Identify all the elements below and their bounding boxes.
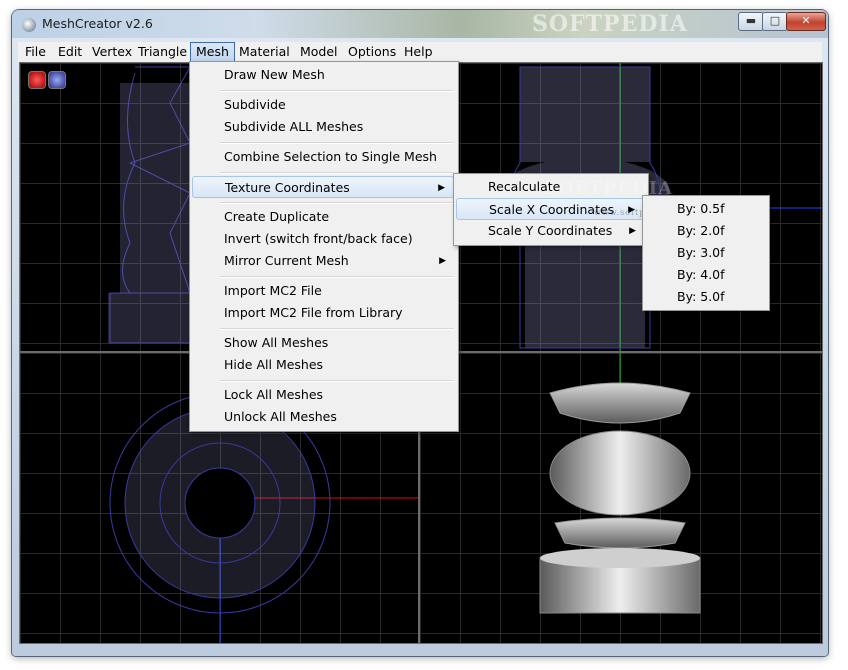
menu-draw-new-mesh[interactable]: Draw New Mesh	[192, 64, 454, 86]
submenu-arrow-icon: ▶	[629, 226, 636, 236]
menu-edit[interactable]: Edit	[53, 42, 87, 62]
submenu-arrow-icon: ▶	[439, 256, 446, 266]
menu-scale-0-5[interactable]: By: 0.5f	[645, 198, 765, 220]
menu-scale-4-0[interactable]: By: 4.0f	[645, 264, 765, 286]
menu-hide-all-meshes[interactable]: Hide All Meshes	[192, 354, 454, 376]
menu-scale-y-label: Scale Y Coordinates	[488, 223, 613, 238]
menu-invert[interactable]: Invert (switch front/back face)	[192, 228, 454, 250]
menu-file[interactable]: File	[20, 42, 51, 62]
close-button[interactable]: ✕	[786, 12, 826, 31]
app-window: MeshCreator v2.6 SOFTPEDIA ▬ □ ✕ File Ed…	[12, 10, 828, 656]
menu-show-all-meshes[interactable]: Show All Meshes	[192, 332, 454, 354]
menu-model[interactable]: Model	[295, 42, 343, 62]
menu-help[interactable]: Help	[399, 42, 438, 62]
menu-triangle[interactable]: Triangle	[133, 42, 192, 62]
texture-coordinates-submenu: SOFTPEDIA Recalculate Scale X Coordinate…	[453, 173, 689, 246]
scale-x-submenu: By: 0.5f By: 2.0f By: 3.0f By: 4.0f By: …	[642, 195, 770, 311]
perspective-mesh-render	[539, 353, 701, 614]
menu-scale-5-0[interactable]: By: 5.0f	[645, 286, 765, 308]
menu-combine-selection[interactable]: Combine Selection to Single Mesh	[192, 146, 454, 168]
title-bar[interactable]: MeshCreator v2.6 SOFTPEDIA ▬ □ ✕	[12, 10, 828, 38]
softpedia-watermark: SOFTPEDIA	[532, 11, 688, 37]
window-title: MeshCreator v2.6	[42, 16, 153, 31]
menu-subdivide[interactable]: Subdivide	[192, 94, 454, 116]
menu-scale-2-0[interactable]: By: 2.0f	[645, 220, 765, 242]
menu-options[interactable]: Options	[343, 42, 401, 62]
menu-mirror-label: Mirror Current Mesh	[224, 253, 349, 268]
menu-recalculate[interactable]: Recalculate	[456, 176, 644, 198]
menu-import-mc2[interactable]: Import MC2 File	[192, 280, 454, 302]
menu-texture-coordinates-label: Texture Coordinates	[225, 180, 350, 195]
minimize-button[interactable]: ▬	[738, 12, 764, 31]
menu-material[interactable]: Material	[234, 42, 295, 62]
menu-subdivide-all[interactable]: Subdivide ALL Meshes	[192, 116, 454, 138]
rotate-tool-icon[interactable]	[48, 71, 66, 89]
menu-mirror-current-mesh[interactable]: Mirror Current Mesh ▶	[192, 250, 454, 272]
menu-import-mc2-library[interactable]: Import MC2 File from Library	[192, 302, 454, 324]
menu-scale-y-coordinates[interactable]: Scale Y Coordinates ▶	[456, 220, 644, 242]
menu-bar: File Edit Vertex Triangle Mesh Material …	[18, 42, 822, 62]
menu-unlock-all-meshes[interactable]: Unlock All Meshes	[192, 406, 454, 428]
move-tool-icon[interactable]	[28, 71, 46, 89]
menu-create-duplicate[interactable]: Create Duplicate	[192, 206, 454, 228]
app-icon	[22, 18, 36, 32]
maximize-button[interactable]: □	[762, 12, 788, 31]
menu-lock-all-meshes[interactable]: Lock All Meshes	[192, 384, 454, 406]
menu-scale-3-0[interactable]: By: 3.0f	[645, 242, 765, 264]
viewport-perspective[interactable]	[419, 352, 823, 644]
mesh-menu: Draw New Mesh Subdivide Subdivide ALL Me…	[189, 61, 459, 432]
menu-mesh[interactable]: Mesh	[190, 42, 235, 62]
menu-vertex[interactable]: Vertex	[87, 42, 137, 62]
submenu-arrow-icon: ▶	[438, 183, 445, 193]
menu-texture-coordinates[interactable]: Texture Coordinates ▶	[192, 176, 454, 198]
